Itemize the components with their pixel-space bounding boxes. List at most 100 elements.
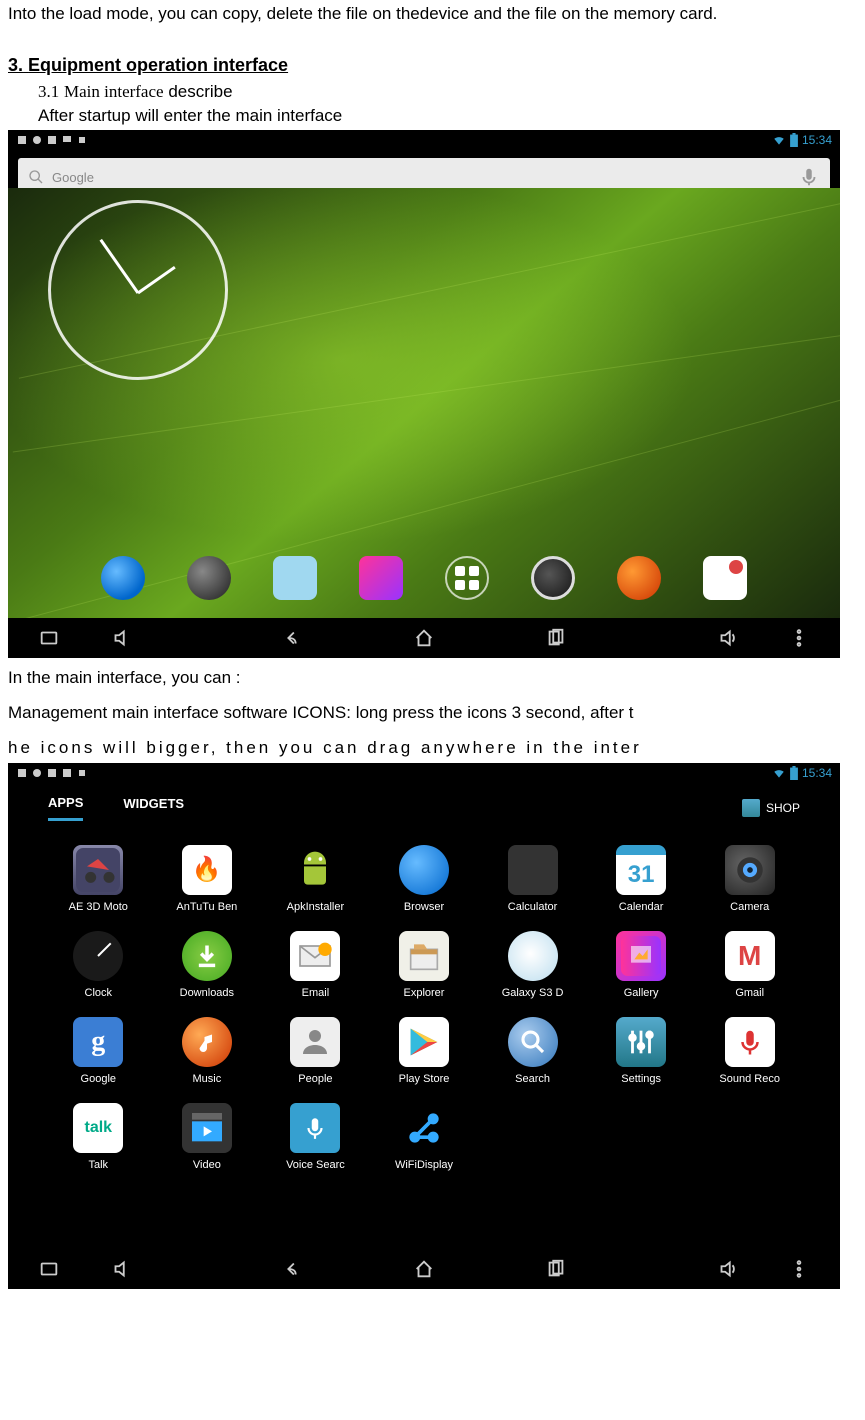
notif-icon (46, 134, 58, 146)
app-item[interactable]: AE 3D Moto (48, 845, 149, 913)
app-item[interactable]: Gmail (699, 931, 800, 999)
app-item[interactable]: People (265, 1017, 366, 1085)
dock-email-icon[interactable] (703, 556, 747, 600)
volume-up-icon[interactable] (716, 1258, 738, 1280)
app-label: Galaxy S3 D (493, 987, 573, 999)
app-item[interactable]: Play Store (374, 1017, 475, 1085)
volume-down-icon[interactable] (110, 627, 132, 649)
app-label: Google (58, 1073, 138, 1085)
app-item[interactable]: Galaxy S3 D (482, 931, 583, 999)
app-item[interactable]: Camera (699, 845, 800, 913)
downloads-icon (182, 931, 232, 981)
dock-explorer-icon[interactable] (273, 556, 317, 600)
app-label: Search (493, 1073, 573, 1085)
drawer-tabs: APPS WIDGETS SHOP (8, 783, 840, 829)
notif-icon (61, 767, 73, 779)
app-label: Clock (58, 987, 138, 999)
nav-bar-2 (8, 1249, 840, 1289)
recent-icon[interactable] (545, 627, 567, 649)
home-screenshot: 15:34 Google (8, 130, 840, 658)
status-right-2: 15:34 (772, 766, 832, 780)
app-item[interactable]: gGoogle (48, 1017, 149, 1085)
clock-face (48, 200, 228, 380)
app-label: Talk (58, 1159, 138, 1171)
notif-icon (31, 134, 43, 146)
app-label: Play Store (384, 1073, 464, 1085)
notif-icon (46, 767, 58, 779)
voice-icon (290, 1103, 340, 1153)
dock-settings-icon[interactable] (187, 556, 231, 600)
back-icon[interactable] (281, 1258, 303, 1280)
clock-widget[interactable] (48, 200, 228, 380)
shop-button[interactable]: SHOP (742, 799, 800, 817)
hour-hand (137, 266, 176, 294)
app-item[interactable]: Clock (48, 931, 149, 999)
moto-icon (73, 845, 123, 895)
app-item[interactable]: Search (482, 1017, 583, 1085)
app-item[interactable]: Music (157, 1017, 258, 1085)
app-item[interactable]: Voice Searc (265, 1103, 366, 1171)
dock-gallery-icon[interactable] (359, 556, 403, 600)
app-label: Explorer (384, 987, 464, 999)
mic-icon[interactable] (798, 166, 820, 188)
video-icon (182, 1103, 232, 1153)
soundrec-icon (725, 1017, 775, 1067)
app-label: Gmail (710, 987, 790, 999)
app-label: Gallery (601, 987, 681, 999)
home-icon[interactable] (413, 1258, 435, 1280)
app-item[interactable]: 31 Calendar (591, 845, 692, 913)
app-label: Email (275, 987, 355, 999)
subsection-number: 3.1 (38, 82, 59, 101)
tab-widgets[interactable]: WIDGETS (123, 796, 184, 819)
app-label: People (275, 1073, 355, 1085)
app-item[interactable]: Sound Reco (699, 1017, 800, 1085)
screenshot-icon[interactable] (38, 627, 60, 649)
calendar-icon: 31 (616, 845, 666, 895)
volume-up-icon[interactable] (716, 627, 738, 649)
notif-icon (16, 134, 28, 146)
app-label: Calendar (601, 901, 681, 913)
shop-icon (742, 799, 760, 817)
battery-icon (790, 133, 798, 147)
drawer-screenshot: 15:34 APPS WIDGETS SHOP AE 3D MotoAnTuTu… (8, 763, 840, 1289)
menu-icon[interactable] (788, 1258, 810, 1280)
gmail-icon (725, 931, 775, 981)
app-label: Downloads (167, 987, 247, 999)
dock-music-icon[interactable] (617, 556, 661, 600)
app-item[interactable]: Settings (591, 1017, 692, 1085)
app-item[interactable]: AnTuTu Ben (157, 845, 258, 913)
home-icon[interactable] (413, 627, 435, 649)
intro-paragraph: Into the load mode, you can copy, delete… (8, 0, 857, 27)
antutu-icon (182, 845, 232, 895)
browser-icon (399, 845, 449, 895)
back-icon[interactable] (281, 627, 303, 649)
menu-icon[interactable] (788, 627, 810, 649)
subsection-desc: After startup will enter the main interf… (38, 106, 857, 126)
dock-camera-icon[interactable] (531, 556, 575, 600)
nav-bar (8, 618, 840, 658)
app-item[interactable]: Explorer (374, 931, 475, 999)
app-item[interactable]: WiFiDisplay (374, 1103, 475, 1171)
volume-down-icon[interactable] (110, 1258, 132, 1280)
screenshot-icon[interactable] (38, 1258, 60, 1280)
dock-apps-icon[interactable] (445, 556, 489, 600)
app-item[interactable]: Gallery (591, 931, 692, 999)
app-item[interactable]: Browser (374, 845, 475, 913)
search-input[interactable] (102, 170, 790, 185)
dock (8, 546, 840, 610)
app-item[interactable]: Downloads (157, 931, 258, 999)
app-item[interactable]: Email (265, 931, 366, 999)
clock-icon (73, 931, 123, 981)
music-icon (182, 1017, 232, 1067)
subsection-heading: 3.1 Main interface describe (38, 82, 857, 102)
search-icon (28, 169, 44, 185)
tab-apps[interactable]: APPS (48, 795, 83, 821)
app-item[interactable]: Video (157, 1103, 258, 1171)
recent-icon[interactable] (545, 1258, 567, 1280)
app-item[interactable]: talkTalk (48, 1103, 149, 1171)
app-label: Settings (601, 1073, 681, 1085)
app-item[interactable]: ApkInstaller (265, 845, 366, 913)
minute-hand (99, 239, 139, 294)
app-item[interactable]: Calculator (482, 845, 583, 913)
dock-browser-icon[interactable] (101, 556, 145, 600)
